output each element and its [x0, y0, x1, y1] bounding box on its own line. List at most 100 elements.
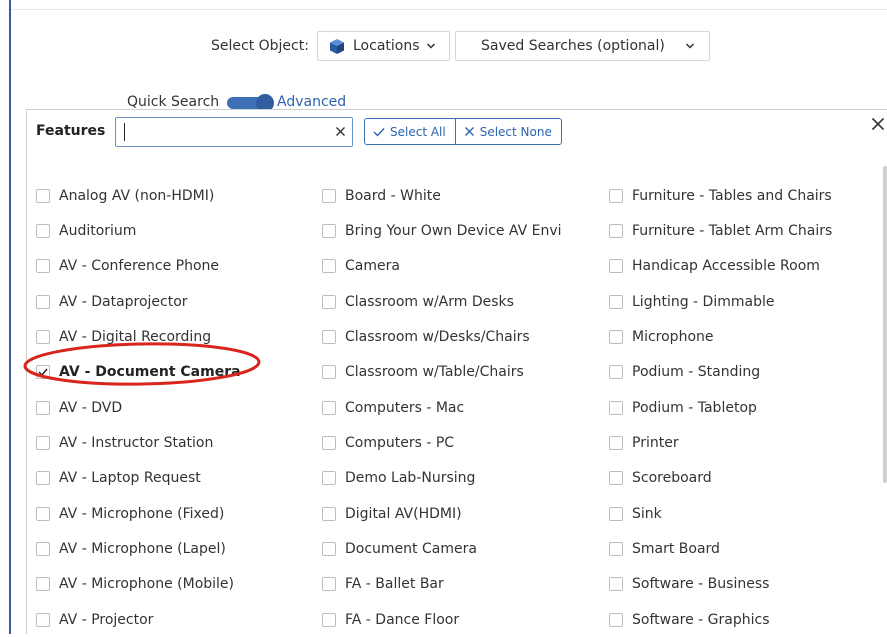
feature-label[interactable]: Furniture - Tables and Chairs	[632, 188, 832, 204]
feature-item[interactable]: Software - Business	[609, 567, 832, 602]
feature-item[interactable]: Document Camera	[322, 531, 562, 566]
feature-label[interactable]: Classroom w/Desks/Chairs	[345, 329, 530, 345]
feature-label[interactable]: Smart Board	[632, 541, 720, 557]
feature-checkbox[interactable]	[609, 188, 623, 203]
feature-checkbox[interactable]	[609, 577, 623, 592]
feature-label[interactable]: Software - Business	[632, 576, 769, 592]
feature-checkbox[interactable]	[36, 188, 50, 203]
feature-item[interactable]: Scoreboard	[609, 461, 832, 496]
feature-label[interactable]: Scoreboard	[632, 470, 712, 486]
advanced-label[interactable]: Advanced	[277, 94, 346, 110]
feature-label[interactable]: Computers - Mac	[345, 400, 464, 416]
feature-item[interactable]: Bring Your Own Device AV Envi	[322, 213, 562, 248]
search-mode-toggle[interactable]	[227, 94, 274, 112]
feature-item[interactable]: AV - Microphone (Lapel)	[36, 531, 241, 566]
feature-label[interactable]: AV - Document Camera	[59, 364, 241, 380]
feature-item[interactable]: AV - Microphone (Mobile)	[36, 567, 241, 602]
feature-item[interactable]: Classroom w/Table/Chairs	[322, 355, 562, 390]
feature-checkbox[interactable]	[36, 329, 50, 344]
feature-label[interactable]: AV - Laptop Request	[59, 470, 201, 486]
feature-checkbox[interactable]	[322, 365, 336, 380]
feature-label[interactable]: Bring Your Own Device AV Envi	[345, 223, 562, 239]
feature-label[interactable]: Microphone	[632, 329, 714, 345]
feature-label[interactable]: Printer	[632, 435, 679, 451]
close-icon[interactable]	[871, 117, 885, 131]
feature-checkbox[interactable]	[609, 471, 623, 486]
feature-label[interactable]: AV - Microphone (Mobile)	[59, 576, 234, 592]
feature-checkbox[interactable]	[36, 506, 50, 521]
feature-checkbox[interactable]	[322, 400, 336, 415]
feature-label[interactable]: Sink	[632, 506, 662, 522]
feature-item[interactable]: FA - Ballet Bar	[322, 567, 562, 602]
feature-label[interactable]: Auditorium	[59, 223, 136, 239]
feature-label[interactable]: Handicap Accessible Room	[632, 258, 820, 274]
feature-item[interactable]: Sink	[609, 496, 832, 531]
feature-item[interactable]: AV - Microphone (Fixed)	[36, 496, 241, 531]
feature-label[interactable]: Podium - Standing	[632, 364, 760, 380]
feature-checkbox[interactable]	[322, 294, 336, 309]
scrollbar-thumb[interactable]	[883, 166, 887, 483]
feature-checkbox[interactable]	[36, 223, 50, 238]
feature-item[interactable]: Printer	[609, 425, 832, 460]
feature-checkbox[interactable]	[609, 435, 623, 450]
feature-checkbox[interactable]	[322, 577, 336, 592]
feature-item[interactable]: Podium - Standing	[609, 355, 832, 390]
feature-label[interactable]: Classroom w/Table/Chairs	[345, 364, 524, 380]
feature-label[interactable]: AV - Digital Recording	[59, 329, 211, 345]
feature-checkbox[interactable]	[36, 365, 50, 380]
feature-label[interactable]: AV - Dataprojector	[59, 294, 188, 310]
feature-checkbox[interactable]	[609, 506, 623, 521]
feature-checkbox[interactable]	[36, 541, 50, 556]
feature-label[interactable]: AV - Microphone (Lapel)	[59, 541, 226, 557]
feature-item[interactable]: FA - Dance Floor	[322, 602, 562, 637]
object-type-dropdown[interactable]: Locations	[317, 31, 450, 61]
feature-checkbox[interactable]	[609, 612, 623, 627]
feature-item[interactable]: Classroom w/Arm Desks	[322, 284, 562, 319]
feature-checkbox[interactable]	[36, 400, 50, 415]
feature-checkbox[interactable]	[322, 188, 336, 203]
feature-label[interactable]: Document Camera	[345, 541, 477, 557]
feature-label[interactable]: Software - Graphics	[632, 612, 770, 628]
feature-label[interactable]: Computers - PC	[345, 435, 454, 451]
feature-checkbox[interactable]	[322, 435, 336, 450]
feature-item[interactable]: AV - Laptop Request	[36, 461, 241, 496]
feature-checkbox[interactable]	[609, 400, 623, 415]
feature-checkbox[interactable]	[322, 471, 336, 486]
feature-checkbox[interactable]	[609, 294, 623, 309]
feature-item[interactable]: Camera	[322, 249, 562, 284]
feature-label[interactable]: Lighting - Dimmable	[632, 294, 774, 310]
feature-label[interactable]: AV - Projector	[59, 612, 153, 628]
feature-checkbox[interactable]	[609, 259, 623, 274]
feature-item[interactable]: Microphone	[609, 319, 832, 354]
quick-search-label[interactable]: Quick Search	[127, 94, 219, 110]
feature-item[interactable]: Digital AV(HDMI)	[322, 496, 562, 531]
feature-label[interactable]: Classroom w/Arm Desks	[345, 294, 514, 310]
feature-label[interactable]: Camera	[345, 258, 400, 274]
feature-checkbox[interactable]	[609, 541, 623, 556]
feature-item[interactable]: Analog AV (non-HDMI)	[36, 178, 241, 213]
feature-checkbox[interactable]	[609, 223, 623, 238]
select-none-button[interactable]: Select None	[454, 119, 561, 144]
feature-item[interactable]: AV - Document Camera	[36, 355, 241, 390]
feature-item[interactable]: Computers - PC	[322, 425, 562, 460]
feature-label[interactable]: FA - Dance Floor	[345, 612, 459, 628]
feature-checkbox[interactable]	[322, 329, 336, 344]
feature-label[interactable]: Furniture - Tablet Arm Chairs	[632, 223, 832, 239]
feature-item[interactable]: AV - Projector	[36, 602, 241, 637]
feature-checkbox[interactable]	[36, 435, 50, 450]
feature-item[interactable]: Classroom w/Desks/Chairs	[322, 319, 562, 354]
feature-label[interactable]: Demo Lab-Nursing	[345, 470, 475, 486]
feature-label[interactable]: FA - Ballet Bar	[345, 576, 444, 592]
feature-checkbox[interactable]	[36, 294, 50, 309]
feature-item[interactable]: Furniture - Tablet Arm Chairs	[609, 213, 832, 248]
feature-checkbox[interactable]	[322, 259, 336, 274]
feature-label[interactable]: AV - Microphone (Fixed)	[59, 506, 224, 522]
clear-icon[interactable]	[335, 126, 346, 137]
feature-label[interactable]: AV - Conference Phone	[59, 258, 219, 274]
feature-checkbox[interactable]	[322, 612, 336, 627]
feature-item[interactable]: Smart Board	[609, 531, 832, 566]
feature-item[interactable]: Handicap Accessible Room	[609, 249, 832, 284]
feature-item[interactable]: AV - DVD	[36, 390, 241, 425]
feature-checkbox[interactable]	[322, 223, 336, 238]
features-filter-field[interactable]	[115, 117, 353, 147]
